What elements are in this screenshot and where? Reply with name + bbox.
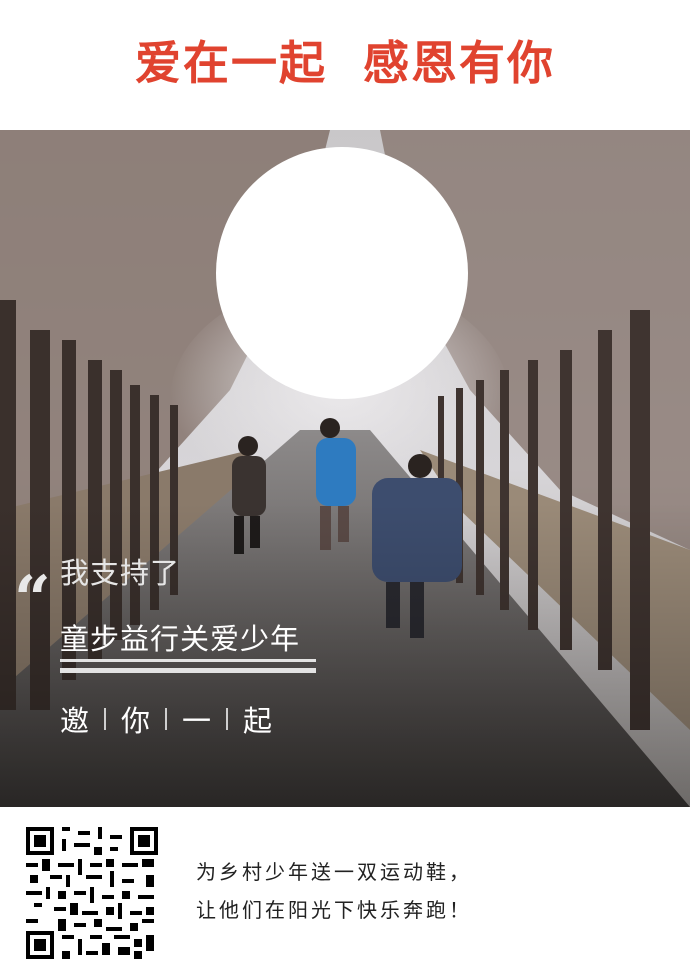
- footer: 为乡村少年送一双运动鞋， 让他们在阳光下快乐奔跑！: [0, 807, 690, 978]
- invite-separator: [226, 708, 229, 730]
- qr-code-icon[interactable]: [26, 827, 158, 959]
- invite-separator: [104, 708, 107, 730]
- headline-part-2: 感恩有你: [363, 36, 556, 90]
- poster-photo: “ 我支持了 童步益行关爱少年 邀 你 一 起: [0, 130, 690, 807]
- headline-gap: [327, 36, 363, 90]
- project-name: 童步益行关爱少年: [60, 622, 301, 656]
- invite-char-1: 邀: [60, 704, 90, 738]
- invite-char-4: 起: [243, 704, 273, 738]
- footer-message: 为乡村少年送一双运动鞋， 让他们在阳光下快乐奔跑！: [196, 853, 472, 929]
- invite-separator: [165, 708, 168, 730]
- support-text: 我支持了: [60, 556, 181, 590]
- invite-row: 邀 你 一 起: [60, 698, 272, 740]
- invite-char-2: 你: [121, 704, 151, 738]
- footer-line-1: 为乡村少年送一双运动鞋，: [196, 860, 472, 884]
- project-underline-thick: [60, 668, 316, 673]
- headline: 爱在一起 感恩有你: [0, 40, 690, 86]
- quote-mark: “: [14, 562, 51, 637]
- headline-part-1: 爱在一起: [134, 36, 327, 90]
- invite-char-3: 一: [182, 704, 212, 738]
- project-underline-thin: [60, 659, 316, 662]
- footer-line-2: 让他们在阳光下快乐奔跑！: [196, 898, 472, 922]
- header: 爱在一起 感恩有你: [0, 0, 690, 130]
